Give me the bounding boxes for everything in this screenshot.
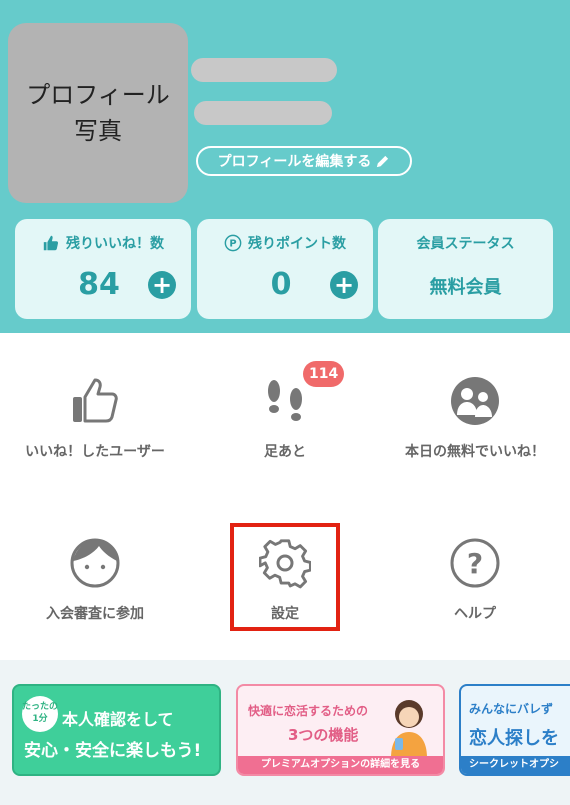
menu-liked-users[interactable]: いいね！したユーザー <box>0 375 190 461</box>
couple-icon <box>451 377 499 425</box>
menu-join-review[interactable]: 入会審査に参加 <box>0 537 190 623</box>
secret-banner-subtitle: 恋人探しを <box>469 728 559 749</box>
face-icon <box>70 538 120 588</box>
svg-text:?: ? <box>467 547 483 580</box>
settings-highlight-box <box>230 523 340 631</box>
menu-free-like-label: 本日の無料でいいね！ <box>405 444 545 460</box>
menu-footprints-label: 足あと <box>264 444 306 460</box>
svg-text:P: P <box>229 239 236 250</box>
premium-banner-title: 快適に恋活するための <box>248 704 369 718</box>
remaining-points-label: 残りポイント数 <box>248 236 346 252</box>
menu-help[interactable]: ? ヘルプ <box>380 537 570 623</box>
woman-illustration <box>391 700 427 758</box>
secret-option-banner[interactable]: みんなにバレず 恋人探しを シークレットオプシ <box>459 684 570 776</box>
verify-banner-title: 本人確認をして <box>62 710 174 729</box>
member-status-card: 会員ステータス 無料会員 <box>378 219 553 319</box>
remaining-likes-value: 84 <box>78 267 120 302</box>
remaining-points-value: 0 <box>270 267 292 302</box>
redacted-info <box>194 101 332 125</box>
premium-banner-link: プレミアムオプションの詳細を見る <box>238 756 443 774</box>
one-minute-badge: たったの 1分 <box>22 696 58 732</box>
footprints-badge: 114 <box>303 361 345 387</box>
redacted-name <box>191 58 337 82</box>
thumbs-up-icon <box>43 235 59 251</box>
remaining-likes-card: 残りいいね！数 84 + <box>15 219 191 319</box>
menu-join-review-label: 入会審査に参加 <box>46 606 144 622</box>
add-points-button[interactable]: + <box>330 271 358 299</box>
add-likes-button[interactable]: + <box>148 271 176 299</box>
question-icon: ? <box>450 538 500 588</box>
edit-profile-label: プロフィールを編集する <box>217 153 372 169</box>
profile-header: プロフィール 写真 プロフィールを編集する 残りいいね！数 84 + P 残りポ… <box>0 0 570 333</box>
premium-option-banner[interactable]: 快適に恋活するための 3つの機能 プレミアムオプションの詳細を見る <box>236 684 445 776</box>
member-status-label: 会員ステータス <box>416 236 515 252</box>
footprints-icon <box>268 380 302 421</box>
verify-banner-subtitle: 安心・安全に楽しもう! <box>24 741 202 761</box>
member-status-value: 無料会員 <box>429 277 502 298</box>
menu-help-label: ヘルプ <box>454 606 496 622</box>
menu-footprints[interactable]: 114 足あと <box>190 361 380 461</box>
menu-liked-users-label: いいね！したユーザー <box>25 444 165 460</box>
thumbs-up-icon <box>73 378 118 423</box>
point-coin-icon: P <box>224 234 242 252</box>
profile-photo[interactable]: プロフィール 写真 <box>8 23 188 203</box>
menu-free-like[interactable]: 本日の無料でいいね！ <box>380 375 570 461</box>
secret-banner-link: シークレットオプシ <box>461 756 570 774</box>
remaining-likes-label: 残りいいね！数 <box>66 236 164 252</box>
remaining-points-card: P 残りポイント数 0 + <box>197 219 373 319</box>
verify-identity-banner[interactable]: たったの 1分 本人確認をして 安心・安全に楽しもう! <box>12 684 221 776</box>
premium-banner-subtitle: 3つの機能 <box>288 726 359 744</box>
edit-profile-button[interactable]: プロフィールを編集する <box>196 146 412 176</box>
pencil-icon <box>377 155 389 167</box>
secret-banner-title: みんなにバレず <box>469 702 554 716</box>
